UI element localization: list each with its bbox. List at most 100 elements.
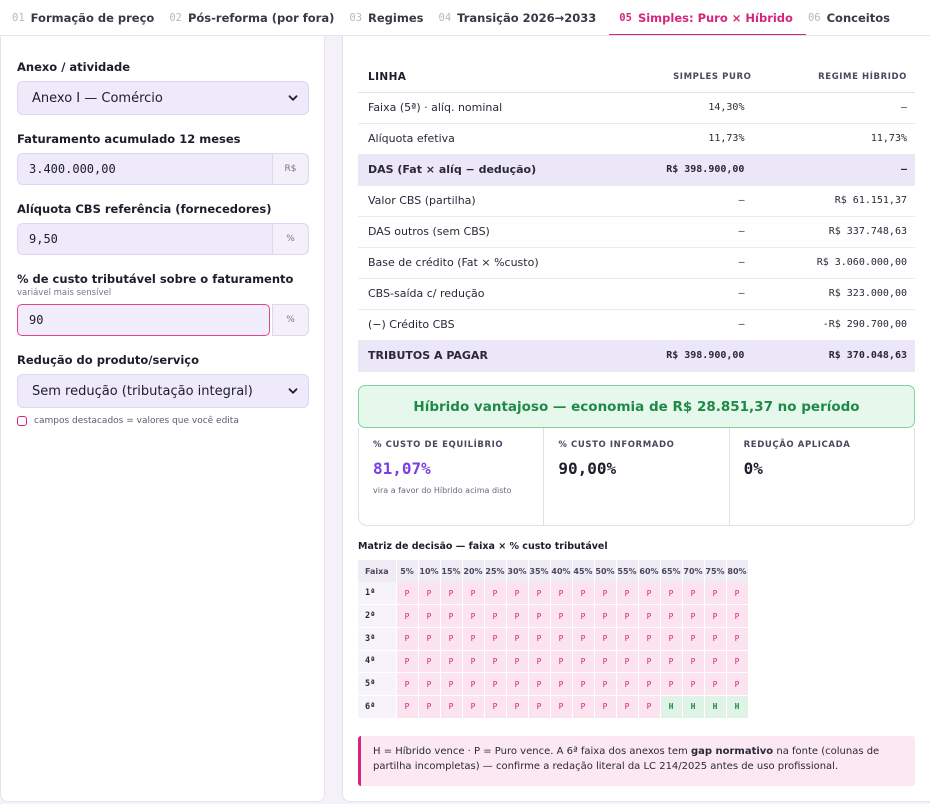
- tab-4[interactable]: 04 Transição 2026→2033: [437, 0, 610, 35]
- matrix-cell: P: [660, 650, 683, 674]
- matrix-cell: P: [462, 582, 485, 606]
- tab-2[interactable]: 02 Pós-reforma (por fora): [167, 0, 347, 35]
- custo-field: 90 %: [17, 304, 309, 336]
- matrix-title: Matriz de decisão — faixa × % custo trib…: [358, 541, 608, 552]
- anexo-label: Anexo / atividade: [17, 60, 131, 74]
- row-label: Base de crédito (Fat × %custo): [358, 247, 622, 279]
- cbs-input[interactable]: 9,50: [17, 223, 272, 255]
- matrix-cell: P: [484, 695, 507, 719]
- cell-regime-hibrido: R$ 370.048,63: [777, 340, 915, 372]
- edit-legend: campos destacados = valores que você edi…: [17, 416, 308, 426]
- matrix-cell: P: [418, 627, 441, 651]
- stat-title: REDUÇÃO APLICADA: [743, 440, 851, 450]
- custo-input[interactable]: 90: [17, 304, 270, 336]
- tab-1[interactable]: 01 Formação de preço: [10, 0, 167, 35]
- matrix-row: 4ª P P P P P P P P P P P P P P P P: [358, 650, 749, 674]
- tab-5[interactable]: 05 Simples: Puro × Híbrido: [609, 0, 806, 35]
- cell-simples-puro: 14,30%: [621, 92, 778, 124]
- matrix-col-header: 70%: [682, 560, 705, 582]
- matrix-cell: P: [594, 695, 617, 719]
- matrix-col-header: 80%: [726, 560, 749, 582]
- matrix-cell: P: [418, 650, 441, 674]
- matrix-cell: P: [660, 672, 683, 696]
- col-regime-hibrido: REGIME HÍBRIDO: [777, 62, 915, 93]
- matrix-cell: P: [572, 627, 595, 651]
- reducao-label: Redução do produto/serviço: [17, 353, 199, 367]
- matrix-cell: P: [660, 627, 683, 651]
- matrix-cell: P: [528, 650, 551, 674]
- matrix-cell: P: [396, 695, 419, 719]
- matrix-cell: P: [704, 604, 727, 628]
- matrix-cell: P: [462, 650, 485, 674]
- stat-card: % CUSTO INFORMADO 90,00%: [544, 428, 730, 525]
- matrix-scroll[interactable]: Faixa 5% 10% 15% 20% 25% 30% 35% 40% 45% 50% 55% 60%…: [358, 560, 930, 719]
- fat-unit: R$: [272, 153, 309, 185]
- matrix-cell: P: [660, 582, 683, 606]
- matrix-cell: P: [704, 582, 727, 606]
- matrix-cell: P: [396, 604, 419, 628]
- col-linha: LINHA: [358, 62, 622, 93]
- matrix-cell: P: [550, 627, 573, 651]
- matrix-cell: P: [682, 650, 705, 674]
- matrix-row: 3ª P P P P P P P P P P P P P P P P: [358, 627, 749, 651]
- table-row: DAS outros (sem CBS) – R$ 337.748,63: [358, 216, 915, 248]
- cbs-label: Alíquota CBS referência (fornecedores): [17, 202, 272, 216]
- cell-simples-puro: –: [621, 247, 778, 279]
- matrix-cell: P: [594, 582, 617, 606]
- matrix-col-header: 20%: [462, 560, 485, 582]
- reducao-select[interactable]: Sem redução (tributação integral): [17, 374, 309, 408]
- matrix-cell: P: [726, 672, 749, 696]
- matrix-cell: P: [682, 627, 705, 651]
- matrix-cell: P: [638, 627, 661, 651]
- tab-label: Conceitos: [826, 10, 890, 25]
- row-label: DAS (Fat × alíq − dedução): [358, 154, 622, 186]
- matrix-cell: P: [506, 627, 529, 651]
- table-row: TRIBUTOS A PAGAR R$ 398.900,00 R$ 370.048,…: [358, 340, 915, 372]
- matrix-cell: P: [484, 672, 507, 696]
- matrix-cell: P: [440, 672, 463, 696]
- matrix-cell: P: [638, 650, 661, 674]
- matrix-row-label: 4ª: [358, 650, 397, 674]
- matrix-cell: P: [506, 695, 529, 719]
- matrix-cell: P: [550, 650, 573, 674]
- matrix-cell: H: [726, 695, 749, 719]
- fat-input[interactable]: 3.400.000,00: [17, 153, 272, 185]
- tab-bar: 01 Formação de preço 02 Pós-reforma (por fo…: [0, 0, 930, 36]
- matrix-row: 2ª P P P P P P P P P P P P P P P P: [358, 604, 749, 628]
- matrix-cell: P: [440, 695, 463, 719]
- table-row: Base de crédito (Fat × %custo) – R$ 3.060.…: [358, 247, 915, 279]
- anexo-select-value: Anexo I — Comércio: [32, 90, 163, 106]
- matrix-cell: P: [528, 695, 551, 719]
- matrix-row-label: 3ª: [358, 627, 397, 651]
- matrix-row: 6ª P P P P P P P P P P P P H H H H: [358, 695, 749, 719]
- row-label: Valor CBS (partilha): [358, 185, 622, 217]
- matrix-cell: P: [638, 582, 661, 606]
- cell-simples-puro: –: [621, 216, 778, 248]
- matrix-cell: P: [462, 695, 485, 719]
- matrix-cell: P: [704, 672, 727, 696]
- tab-3[interactable]: 03 Regimes: [347, 0, 436, 35]
- custo-label: % de custo tributável sobre o faturament…: [17, 272, 294, 286]
- matrix-col-header: 40%: [550, 560, 573, 582]
- cell-simples-puro: –: [621, 309, 778, 341]
- tab-number: 04: [438, 11, 452, 24]
- matrix-row-label: 1ª: [358, 582, 397, 606]
- cell-regime-hibrido: -R$ 290.700,00: [777, 309, 915, 341]
- cbs-unit: %: [272, 223, 309, 255]
- matrix-cell: P: [704, 627, 727, 651]
- tab-label: Pós-reforma (por fora): [187, 10, 335, 25]
- matrix-cell: P: [616, 582, 639, 606]
- matrix-row: 1ª P P P P P P P P P P P P P P P P: [358, 582, 749, 606]
- cell-regime-hibrido: R$ 61.151,37: [777, 185, 915, 217]
- row-label: TRIBUTOS A PAGAR: [358, 340, 622, 372]
- row-label: DAS outros (sem CBS): [358, 216, 622, 248]
- matrix-corner: Faixa: [358, 560, 397, 582]
- matrix-cell: P: [396, 650, 419, 674]
- cell-regime-hibrido: R$ 337.748,63: [777, 216, 915, 248]
- tab-6[interactable]: 06 Conceitos: [806, 0, 903, 35]
- chevron-down-icon: [288, 95, 298, 101]
- tab-label: Simples: Puro × Híbrido: [637, 10, 793, 25]
- matrix-cell: P: [550, 695, 573, 719]
- anexo-select[interactable]: Anexo I — Comércio: [17, 81, 309, 115]
- row-label: CBS-saída c/ redução: [358, 278, 622, 310]
